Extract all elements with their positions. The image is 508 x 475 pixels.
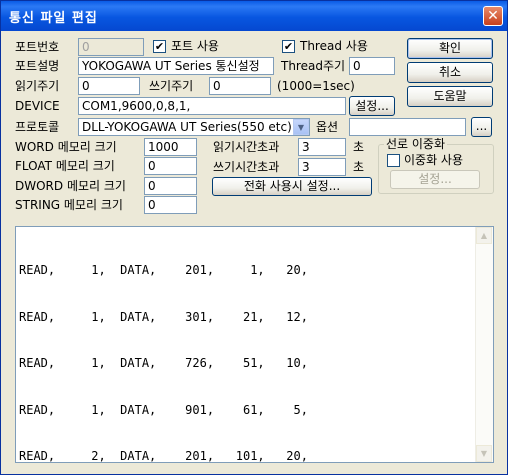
port-use-checkbox[interactable]: ✔ — [153, 40, 166, 53]
word-memory-field[interactable]: 1000 — [144, 138, 197, 156]
script-line: READ, 1, DATA, 201, 1, 20, — [19, 263, 308, 277]
port-desc-label: 포트설명 — [15, 59, 60, 73]
dialog-window: 통신 파일 편집 ✕ 포트번호 0 ✔ 포트 사용 ✔ Thread 사용 포트… — [0, 0, 508, 475]
thread-use-label: Thread 사용 — [300, 39, 368, 53]
window-title: 통신 파일 편집 — [9, 11, 98, 26]
port-number-field[interactable]: 0 — [78, 38, 144, 56]
scroll-down-icon[interactable]: ▼ — [476, 445, 492, 462]
protocol-select[interactable]: DLL-YOKOGAWA UT Series(550 etc) ▼ — [78, 118, 310, 136]
script-line: READ, 1, DATA, 726, 51, 10, — [19, 356, 308, 370]
script-line: READ, 1, DATA, 301, 21, 12, — [19, 309, 308, 324]
period-unit-note: (1000=1sec) — [277, 79, 355, 93]
float-memory-field[interactable]: 0 — [144, 157, 197, 175]
thread-period-field[interactable]: 0 — [349, 57, 395, 75]
protocol-label: 프로토콜 — [15, 120, 60, 134]
read-timeout-label: 읽기시간초과 — [213, 140, 280, 154]
dword-memory-field[interactable]: 0 — [144, 177, 197, 195]
redundancy-settings-button: 설정... — [390, 170, 480, 189]
phone-settings-button[interactable]: 전화 사용시 설정... — [212, 177, 372, 196]
write-period-label: 쓰기주기 — [149, 79, 194, 93]
write-timeout-field[interactable]: 3 — [298, 158, 346, 176]
script-line: READ, 2, DATA, 201, 101, 20, — [19, 449, 308, 463]
read-period-label: 읽기주기 — [15, 79, 60, 93]
dword-memory-label: DWORD 메모리 크기 — [15, 179, 126, 193]
close-button[interactable]: ✕ — [483, 6, 503, 26]
help-button[interactable]: 도움말 — [407, 86, 493, 107]
scroll-up-icon[interactable]: ▲ — [476, 227, 492, 244]
thread-use-checkbox[interactable]: ✔ — [282, 40, 295, 53]
float-memory-label: FLOAT 메모리 크기 — [15, 159, 115, 173]
check-icon: ✔ — [154, 40, 165, 53]
port-number-label: 포트번호 — [15, 40, 60, 54]
device-label: DEVICE — [15, 99, 60, 113]
read-period-field[interactable]: 0 — [78, 77, 140, 95]
port-desc-field[interactable]: YOKOGAWA UT Series 통신설정 — [78, 57, 274, 75]
device-settings-button[interactable]: 설정... — [349, 96, 395, 116]
option-field[interactable] — [349, 118, 466, 136]
option-browse-button[interactable]: ... — [471, 117, 492, 137]
write-timeout-label: 쓰기시간초과 — [213, 160, 280, 174]
title-bar[interactable]: 통신 파일 편집 ✕ — [1, 1, 507, 31]
write-period-field[interactable]: 0 — [209, 77, 271, 95]
script-lines: READ, 1, DATA, 201, 1, 20, READ, 1, DATA… — [19, 232, 308, 463]
dropdown-arrow-icon[interactable]: ▼ — [293, 119, 309, 135]
vertical-scrollbar[interactable]: ▲ ▼ — [475, 227, 493, 462]
redundancy-group-title: 선로 이중화 — [384, 137, 448, 151]
option-label: 옵션 — [316, 120, 339, 134]
read-timeout-unit: 초 — [353, 140, 365, 154]
string-memory-field[interactable]: 0 — [144, 196, 197, 214]
word-memory-label: WORD 메모리 크기 — [15, 140, 117, 154]
check-icon: ✔ — [283, 40, 294, 53]
device-field[interactable]: COM1,9600,0,8,1, — [78, 97, 346, 115]
cancel-button[interactable]: 취소 — [407, 62, 493, 83]
read-timeout-field[interactable]: 3 — [298, 138, 346, 156]
redundancy-use-label: 이중화 사용 — [404, 153, 464, 167]
script-line: READ, 1, DATA, 901, 61, 5, — [19, 402, 308, 417]
ok-button[interactable]: 확인 — [407, 38, 493, 59]
protocol-selected: DLL-YOKOGAWA UT Series(550 etc) — [82, 120, 292, 134]
thread-period-label: Thread주기 — [281, 59, 346, 73]
protocol-script-editor[interactable]: READ, 1, DATA, 201, 1, 20, READ, 1, DATA… — [15, 226, 494, 463]
write-timeout-unit: 초 — [353, 160, 365, 174]
redundancy-use-checkbox[interactable] — [387, 154, 400, 167]
port-use-label: 포트 사용 — [171, 39, 219, 53]
string-memory-label: STRING 메모리 크기 — [15, 198, 123, 212]
